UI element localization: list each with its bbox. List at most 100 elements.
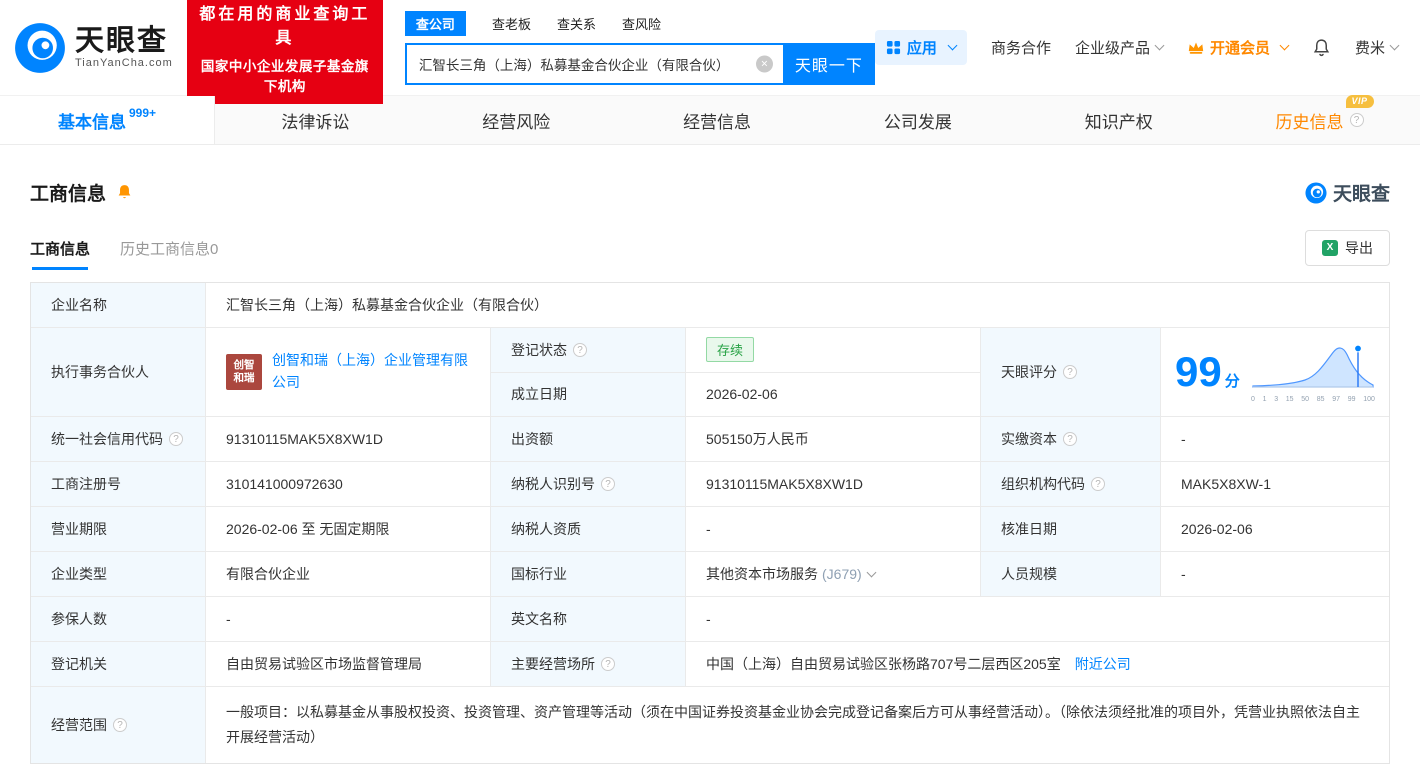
credit-code-label: 统一社会信用代码 ? <box>31 417 206 461</box>
tab-intellectual-property[interactable]: 知识产权 <box>1018 96 1219 144</box>
table-row: 企业名称 汇智长三角（上海）私募基金合伙企业（有限合伙） <box>31 283 1389 328</box>
tab-operational-risk-label: 经营风险 <box>482 108 550 133</box>
username-label: 费米 <box>1355 37 1385 58</box>
status-help-icon[interactable]: ? <box>573 343 587 357</box>
notifications-bell[interactable] <box>1312 38 1331 57</box>
taxpayer-id-label: 纳税人识别号 ? <box>491 462 686 506</box>
table-row: 企业类型 有限合伙企业 国标行业 其他资本市场服务 (J679) 人员规模 - <box>31 552 1389 597</box>
apps-grid-icon <box>886 40 901 55</box>
export-button[interactable]: X 导出 <box>1305 230 1390 266</box>
search-tab-risk[interactable]: 查风险 <box>622 14 661 33</box>
industry-value[interactable]: 其他资本市场服务 (J679) <box>686 552 981 596</box>
tab-company-development[interactable]: 公司发展 <box>817 96 1018 144</box>
search-row: × 天眼一下 <box>405 43 875 85</box>
registration-status-value: 存续 <box>686 328 980 372</box>
tianyancha-logo[interactable]: 天眼查 TianYanCha.com <box>14 22 173 74</box>
company-name-label: 企业名称 <box>31 283 206 327</box>
nearby-companies-link[interactable]: 附近公司 <box>1075 654 1131 674</box>
subtab-history-registration[interactable]: 历史工商信息0 <box>120 238 218 270</box>
industry-code: (J679) <box>822 566 862 582</box>
approval-date-label: 核准日期 <box>981 507 1161 551</box>
slogan-line2: 国家中小企业发展子基金旗下机构 <box>199 55 371 95</box>
score-number: 99 分 <box>1175 351 1240 393</box>
scope-help-icon[interactable]: ? <box>113 718 127 732</box>
section-title: 工商信息 <box>30 179 106 206</box>
business-term-label: 营业期限 <box>31 507 206 551</box>
paid-capital-value: - <box>1161 417 1389 461</box>
company-search-input[interactable] <box>405 43 783 85</box>
established-date-label: 成立日期 <box>491 373 686 417</box>
basic-info-count-badge: 999+ <box>129 106 156 120</box>
tab-basic-info[interactable]: 基本信息 999+ <box>0 96 215 144</box>
logo-title: 天眼查 <box>75 26 173 56</box>
apps-menu[interactable]: 应用 <box>875 30 967 65</box>
business-scope-value: 一般项目：以私募基金从事股权投资、投资管理、资产管理等活动（须在中国证券投资基金… <box>206 687 1389 763</box>
subtab-row: 工商信息 历史工商信息0 X 导出 <box>30 230 1390 270</box>
executive-partner-label: 执行事务合伙人 <box>31 328 206 416</box>
business-cooperation-label: 商务合作 <box>991 37 1051 58</box>
paid-capital-label: 实缴资本 ? <box>981 417 1161 461</box>
tianyan-score-value: 99 分 0131550859799100 <box>1161 328 1389 416</box>
enterprise-products-label: 企业级产品 <box>1075 37 1150 58</box>
tianyancha-swirl-icon <box>14 22 66 74</box>
credit-code-help-icon[interactable]: ? <box>169 432 183 446</box>
company-type-value: 有限合伙企业 <box>206 552 491 596</box>
company-name-value: 汇智长三角（上海）私募基金合伙企业（有限合伙） <box>206 283 1389 327</box>
score-help-icon[interactable]: ? <box>1063 365 1077 379</box>
enterprise-products-menu[interactable]: 企业级产品 <box>1075 37 1163 58</box>
staff-size-label: 人员规模 <box>981 552 1161 596</box>
search-button[interactable]: 天眼一下 <box>783 43 875 85</box>
user-menu[interactable]: 费米 <box>1355 37 1398 58</box>
watermark-brand: 天眼查 <box>1305 179 1390 206</box>
chevron-down-icon <box>1280 41 1290 51</box>
table-row: 工商注册号 310141000972630 纳税人识别号 ? 91310115M… <box>31 462 1389 507</box>
tab-legal-litigation-label: 法律诉讼 <box>281 108 349 133</box>
business-cooperation-link[interactable]: 商务合作 <box>991 37 1051 58</box>
registration-number-label: 工商注册号 <box>31 462 206 506</box>
partner-company-link[interactable]: 创智和瑞（上海）企业管理有限公司 <box>272 350 470 393</box>
score-chart: 0131550859799100 <box>1251 342 1375 403</box>
score-curve-chart <box>1251 342 1375 392</box>
search-tab-boss[interactable]: 查老板 <box>492 14 531 33</box>
logo-subtitle: TianYanCha.com <box>75 57 173 69</box>
taxpayer-id-help-icon[interactable]: ? <box>601 477 615 491</box>
tab-operational-risk[interactable]: 经营风险 <box>416 96 617 144</box>
table-row: 执行事务合伙人 创智 和瑞 创智和瑞（上海）企业管理有限公司 登记状态 ? 存续 <box>31 328 1389 417</box>
org-code-help-icon[interactable]: ? <box>1091 477 1105 491</box>
open-vip-link[interactable]: 开通会员 <box>1187 37 1288 58</box>
paid-capital-help-icon[interactable]: ? <box>1063 432 1077 446</box>
tab-legal-litigation[interactable]: 法律诉讼 <box>215 96 416 144</box>
registration-status-label: 登记状态 ? <box>491 328 686 372</box>
org-code-value: MAK5X8XW-1 <box>1161 462 1389 506</box>
business-term-value: 2026-02-06 至 无固定期限 <box>206 507 491 551</box>
tab-business-info[interactable]: 经营信息 <box>617 96 818 144</box>
tab-intellectual-property-label: 知识产权 <box>1085 108 1153 133</box>
clear-search-icon[interactable]: × <box>756 55 773 72</box>
subtab-business-registration[interactable]: 工商信息 <box>30 238 90 270</box>
table-row: 营业期限 2026-02-06 至 无固定期限 纳税人资质 - 核准日期 202… <box>31 507 1389 552</box>
established-date-value: 2026-02-06 <box>686 373 980 417</box>
slogan-banner: 都在用的商业查询工具 国家中小企业发展子基金旗下机构 <box>187 0 383 104</box>
history-info-help-icon[interactable]: ? <box>1350 113 1364 127</box>
subscribe-bell-icon[interactable] <box>116 184 133 201</box>
company-nav-tabs: 基本信息 999+ 法律诉讼 经营风险 经营信息 公司发展 知识产权 历史信息 … <box>0 95 1420 145</box>
company-type-label: 企业类型 <box>31 552 206 596</box>
partner-company-logo: 创智 和瑞 <box>226 354 262 390</box>
registration-authority-label: 登记机关 <box>31 642 206 686</box>
top-menu: 应用 商务合作 企业级产品 开通会员 费米 <box>875 30 1420 65</box>
tianyan-score-label: 天眼评分 ? <box>981 328 1161 416</box>
insured-count-label: 参保人数 <box>31 597 206 641</box>
address-help-icon[interactable]: ? <box>601 657 615 671</box>
tab-history-info[interactable]: 历史信息 VIP ? <box>1219 96 1420 144</box>
approval-date-value: 2026-02-06 <box>1161 507 1389 551</box>
chevron-down-icon <box>1155 41 1165 51</box>
tab-business-info-label: 经营信息 <box>683 108 751 133</box>
chevron-down-icon[interactable] <box>866 567 876 577</box>
business-scope-label: 经营范围 ? <box>31 687 206 763</box>
search-type-tabs: 查公司 查老板 查关系 查风险 <box>405 11 875 36</box>
search-tab-relation[interactable]: 查关系 <box>557 14 596 33</box>
business-info-table: 企业名称 汇智长三角（上海）私募基金合伙企业（有限合伙） 执行事务合伙人 创智 … <box>30 282 1390 764</box>
vip-tag: VIP <box>1346 95 1374 108</box>
search-tab-company[interactable]: 查公司 <box>405 11 466 36</box>
table-row: 参保人数 - 英文名称 - <box>31 597 1389 642</box>
